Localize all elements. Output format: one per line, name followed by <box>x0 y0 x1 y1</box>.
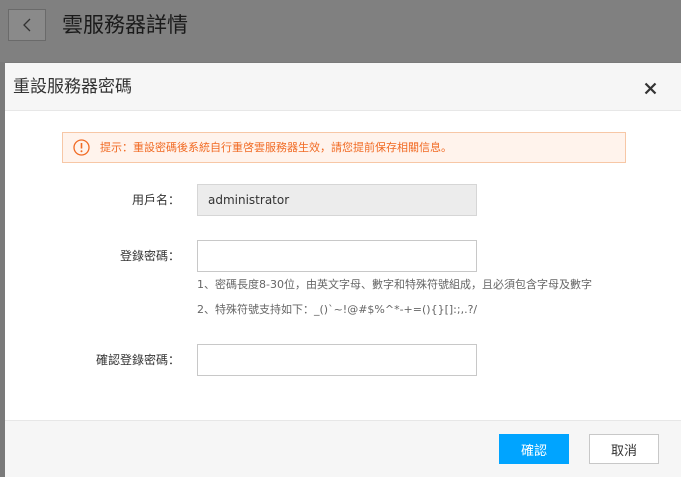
username-label: 用戶名： <box>131 193 180 207</box>
back-button[interactable] <box>8 9 46 41</box>
username-field[interactable] <box>197 184 477 216</box>
close-button[interactable] <box>641 79 659 97</box>
cancel-button[interactable]: 取消 <box>589 434 659 464</box>
confirm-password-label: 確認登錄密碼： <box>95 353 180 367</box>
page-header: 雲服務器詳情 <box>0 0 681 62</box>
modal-title: 重設服務器密碼 <box>13 77 132 97</box>
password-hint-length: 1、密碼長度8-30位，由英文字母、數字和特殊符號組成，且必須包含字母及數字 <box>197 278 592 291</box>
close-icon <box>644 82 656 94</box>
alert-banner: 提示：重設密碼後系統自行重啓雲服務器生效，請您提前保存相關信息。 <box>62 132 626 163</box>
modal-footer: 確認 取消 <box>5 420 681 477</box>
modal-header: 重設服務器密碼 <box>5 63 681 111</box>
confirm-password-field[interactable] <box>197 344 477 376</box>
reset-password-modal: 重設服務器密碼 提示：重設密碼後系統自行重啓雲服務器生效，請您提前保存相關信息。… <box>5 63 681 477</box>
password-field[interactable] <box>197 240 477 272</box>
chevron-left-icon <box>23 18 31 32</box>
exclamation-circle-icon <box>73 139 90 156</box>
alert-text: 提示：重設密碼後系統自行重啓雲服務器生效，請您提前保存相關信息。 <box>100 141 452 154</box>
confirm-button[interactable]: 確認 <box>499 434 569 464</box>
page-title: 雲服務器詳情 <box>62 13 188 37</box>
password-hint-symbols: 2、特殊符號支持如下：_()`~!@#$%^*-+=(){}[]:;,.?/ <box>197 303 478 316</box>
password-label: 登錄密碼： <box>119 249 180 263</box>
